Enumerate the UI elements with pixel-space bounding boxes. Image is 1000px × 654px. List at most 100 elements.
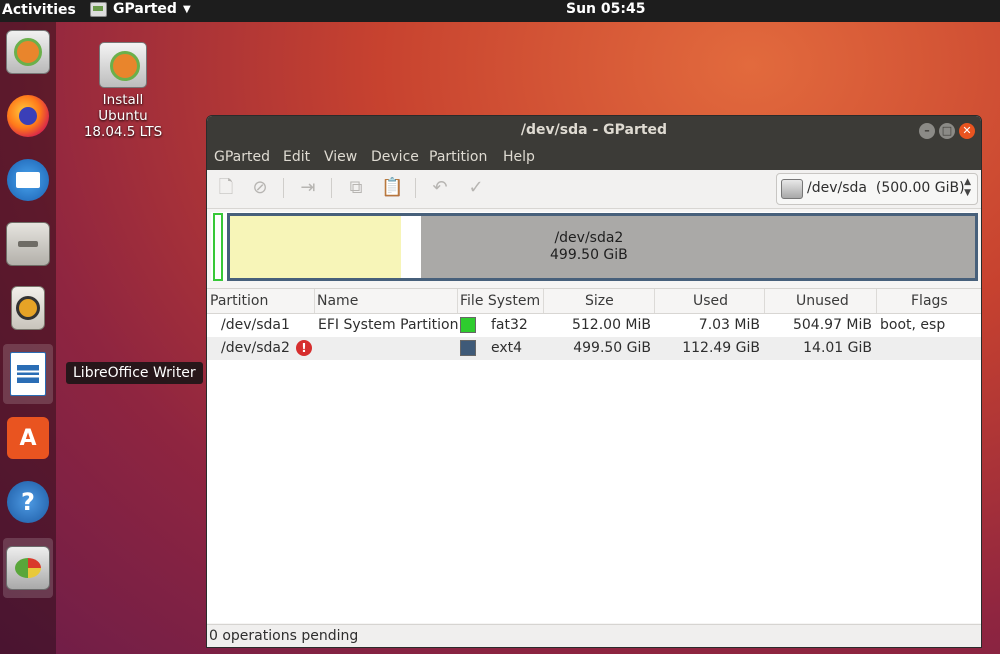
gparted-icon [6, 546, 50, 590]
dock-item-rhythmbox[interactable] [3, 278, 53, 338]
col-used[interactable]: Used [693, 293, 728, 309]
minimize-button[interactable]: – [919, 123, 935, 139]
status-text: 0 operations pending [209, 628, 359, 644]
activities-button[interactable]: Activities [2, 2, 76, 18]
new-partition-icon[interactable]: 🗋 [215, 177, 237, 199]
app-menu[interactable]: GParted ▼ [90, 1, 191, 17]
menu-gparted[interactable]: GParted [214, 149, 270, 165]
partition-table: Partition Name File System Size Used Unu… [207, 288, 981, 623]
installer-icon [6, 30, 50, 74]
col-flags[interactable]: Flags [911, 293, 948, 309]
menu-help[interactable]: Help [503, 149, 535, 165]
cell-file-system: fat32 [491, 317, 528, 333]
gparted-window: /dev/sda - GParted – □ ✕ GParted Edit Vi… [206, 115, 982, 648]
menu-edit[interactable]: Edit [283, 149, 310, 165]
table-header: Partition Name File System Size Used Unu… [207, 289, 981, 314]
toolbar-separator [415, 178, 416, 198]
app-menu-label: GParted [113, 1, 177, 17]
desktop-icon-label-3: 18.04.5 LTS [83, 124, 163, 140]
ubuntu-software-icon: A [7, 417, 49, 459]
column-divider [654, 289, 655, 313]
top-bar: Activities GParted ▼ Sun 05:45 [0, 0, 1000, 22]
dock-item-gparted[interactable] [3, 538, 53, 598]
cell-unused: 504.97 MiB [792, 317, 872, 333]
menu-device[interactable]: Device [371, 149, 419, 165]
copy-icon[interactable]: ⧉ [345, 177, 367, 199]
fs-color-swatch [460, 340, 476, 356]
column-divider [314, 289, 315, 313]
dock-item-ubuntu-software[interactable]: A [3, 408, 53, 468]
caret-down-icon: ▼ [182, 3, 191, 15]
map-partition-size: 499.50 GiB [550, 247, 628, 263]
rhythmbox-icon [11, 286, 45, 330]
close-button[interactable]: ✕ [959, 123, 975, 139]
col-file-system[interactable]: File System [460, 293, 540, 309]
cell-unused: 14.01 GiB [803, 340, 872, 356]
maximize-button[interactable]: □ [939, 123, 955, 139]
cell-used: 112.49 GiB [682, 340, 760, 356]
table-row[interactable]: /dev/sda2 ! ext4 499.50 GiB 112.49 GiB 1… [207, 337, 981, 360]
updown-icon: ▲ ▼ [964, 177, 971, 198]
help-icon: ? [7, 481, 49, 523]
dock-item-thunderbird[interactable] [3, 150, 53, 210]
column-divider [543, 289, 544, 313]
column-divider [876, 289, 877, 313]
installer-icon [99, 42, 147, 88]
thunderbird-icon [7, 159, 49, 201]
libreoffice-writer-icon [10, 352, 46, 396]
desktop-icon-label-2: Ubuntu [98, 108, 148, 124]
table-row[interactable]: /dev/sda1 EFI System Partition fat32 512… [207, 314, 981, 337]
dock-item-files[interactable] [3, 214, 53, 274]
status-bar: 0 operations pending [207, 624, 981, 647]
map-used-space [230, 216, 401, 278]
col-size[interactable]: Size [585, 293, 614, 309]
files-icon [6, 222, 50, 266]
cell-partition: /dev/sda1 [221, 317, 290, 333]
menu-partition[interactable]: Partition [429, 149, 487, 165]
apply-icon[interactable]: ✓ [465, 177, 487, 199]
cell-used: 7.03 MiB [698, 317, 760, 333]
map-partition-sda1[interactable] [213, 213, 223, 281]
toolbar-separator [331, 178, 332, 198]
toolbar-separator [283, 178, 284, 198]
cell-flags: boot, esp [880, 317, 946, 333]
dock-item-firefox[interactable] [3, 86, 53, 146]
gparted-app-icon [90, 1, 107, 17]
cell-name: EFI System Partition [318, 317, 459, 333]
map-partition-name: /dev/sda2 [554, 230, 624, 246]
dock-item-libreoffice-writer[interactable] [3, 344, 53, 404]
dock-item-help[interactable]: ? [3, 472, 53, 532]
paste-icon[interactable]: 📋 [381, 177, 403, 199]
partition-map: /dev/sda2 499.50 GiB [211, 212, 978, 281]
menu-bar: GParted Edit View Device Partition Help [207, 146, 981, 170]
undo-icon[interactable]: ↶ [429, 177, 451, 199]
warning-icon: ! [296, 340, 312, 356]
device-selector[interactable]: /dev/sda (500.00 GiB) ▲ ▼ [776, 173, 978, 205]
map-partition-sda2[interactable]: /dev/sda2 499.50 GiB [227, 213, 978, 281]
delete-partition-icon[interactable]: ⊘ [249, 177, 271, 199]
install-ubuntu-desktop-icon[interactable]: Install Ubuntu 18.04.5 LTS [82, 42, 164, 140]
toolbar: 🗋 ⊘ ⇥ ⧉ 📋 ↶ ✓ /dev/sda (500.00 GiB) ▲ ▼ [207, 170, 981, 209]
firefox-icon [7, 95, 49, 137]
dock-item-installer[interactable] [3, 22, 53, 82]
clock[interactable]: Sun 05:45 [566, 1, 645, 17]
col-unused[interactable]: Unused [796, 293, 849, 309]
column-divider [764, 289, 765, 313]
resize-move-icon[interactable]: ⇥ [297, 177, 319, 199]
column-divider [457, 289, 458, 313]
map-unused-space [401, 216, 421, 278]
menu-view[interactable]: View [324, 149, 357, 165]
cell-size: 499.50 GiB [573, 340, 651, 356]
dock: A ? [0, 22, 56, 654]
disk-icon [781, 179, 803, 199]
desktop-icon-label-1: Install [102, 92, 144, 108]
device-selector-label: /dev/sda (500.00 GiB) [807, 180, 965, 196]
dock-tooltip: LibreOffice Writer [66, 362, 203, 384]
map-partition-label: /dev/sda2 499.50 GiB [550, 230, 628, 264]
title-bar[interactable]: /dev/sda - GParted – □ ✕ [207, 116, 981, 146]
window-title: /dev/sda - GParted [520, 122, 668, 138]
cell-size: 512.00 MiB [571, 317, 651, 333]
col-name[interactable]: Name [317, 293, 358, 309]
fs-color-swatch [460, 317, 476, 333]
col-partition[interactable]: Partition [210, 293, 268, 309]
